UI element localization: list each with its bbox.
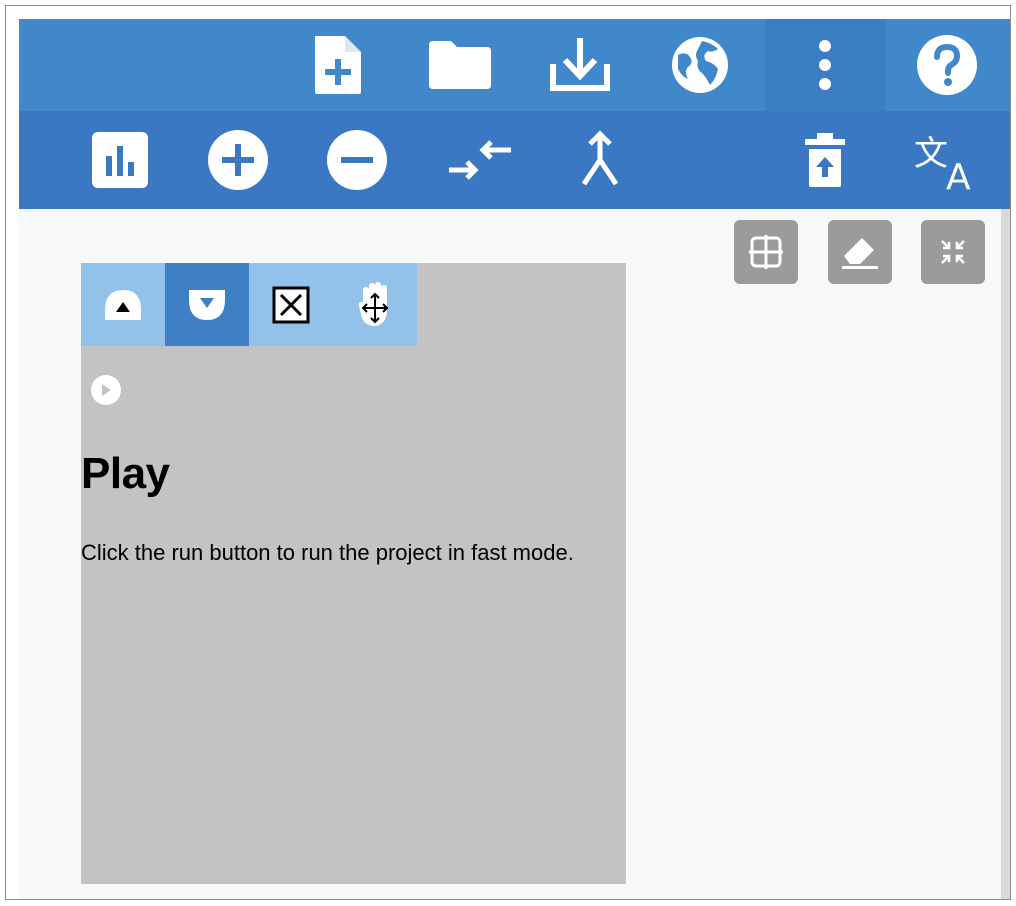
zoom-out-icon bbox=[327, 130, 387, 190]
zoom-out-button[interactable] bbox=[321, 111, 393, 209]
help-panel-toolbar bbox=[81, 263, 417, 346]
grid-icon bbox=[749, 235, 783, 269]
grid-button[interactable] bbox=[734, 220, 798, 284]
help-panel: Play Click the run button to run the pro… bbox=[81, 263, 626, 884]
merge-arrows-icon bbox=[449, 140, 511, 180]
translate-button[interactable]: 文 A bbox=[911, 111, 983, 209]
help-text: Click the run button to run the project … bbox=[81, 540, 574, 565]
scrollbar[interactable] bbox=[1001, 209, 1010, 899]
help-title: Play bbox=[81, 449, 170, 498]
more-vert-icon bbox=[819, 40, 831, 90]
download-icon bbox=[550, 38, 610, 91]
collapse-button[interactable] bbox=[921, 220, 985, 284]
translate-glyph-cjk: 文 bbox=[914, 134, 948, 174]
split-button[interactable] bbox=[564, 111, 636, 209]
more-options-button[interactable] bbox=[789, 19, 861, 111]
delete-button[interactable] bbox=[789, 111, 861, 209]
bottom-toolbar: 文 A bbox=[19, 111, 1010, 209]
run-button[interactable] bbox=[91, 375, 121, 405]
close-panel-button[interactable] bbox=[249, 263, 333, 346]
eraser-icon bbox=[842, 238, 878, 269]
top-toolbar bbox=[19, 19, 1010, 111]
download-button[interactable] bbox=[544, 19, 616, 111]
translate-icon: 文 A bbox=[914, 134, 971, 191]
translate-glyph-latin: A bbox=[946, 157, 971, 191]
new-file-button[interactable] bbox=[302, 19, 374, 111]
collapse-icon bbox=[941, 240, 965, 264]
eraser-button[interactable] bbox=[828, 220, 892, 284]
move-panel-down-button[interactable] bbox=[165, 263, 249, 346]
help-button[interactable] bbox=[911, 19, 983, 111]
help-icon bbox=[917, 35, 977, 95]
app: 文 A Play Click the run button to run the… bbox=[19, 19, 1010, 899]
bar-chart-icon bbox=[92, 132, 148, 188]
zoom-in-button[interactable] bbox=[202, 111, 274, 209]
statistics-button[interactable] bbox=[84, 111, 156, 209]
new-file-icon bbox=[315, 36, 361, 94]
language-globe-button[interactable] bbox=[664, 19, 736, 111]
drag-hand-icon bbox=[358, 281, 389, 326]
close-box-icon bbox=[272, 286, 310, 323]
open-folder-button[interactable] bbox=[424, 19, 496, 111]
globe-icon bbox=[672, 37, 728, 93]
trash-upload-icon bbox=[805, 133, 845, 187]
move-panel-up-button[interactable] bbox=[81, 263, 165, 346]
folder-icon bbox=[429, 41, 491, 89]
move-up-icon bbox=[105, 289, 141, 320]
move-down-icon bbox=[189, 289, 225, 320]
window-frame: 文 A Play Click the run button to run the… bbox=[5, 5, 1011, 900]
drag-panel-handle[interactable] bbox=[333, 263, 417, 346]
split-arrow-icon bbox=[581, 130, 619, 186]
merge-button[interactable] bbox=[444, 111, 516, 209]
zoom-in-icon bbox=[208, 130, 268, 190]
play-icon bbox=[102, 384, 111, 396]
